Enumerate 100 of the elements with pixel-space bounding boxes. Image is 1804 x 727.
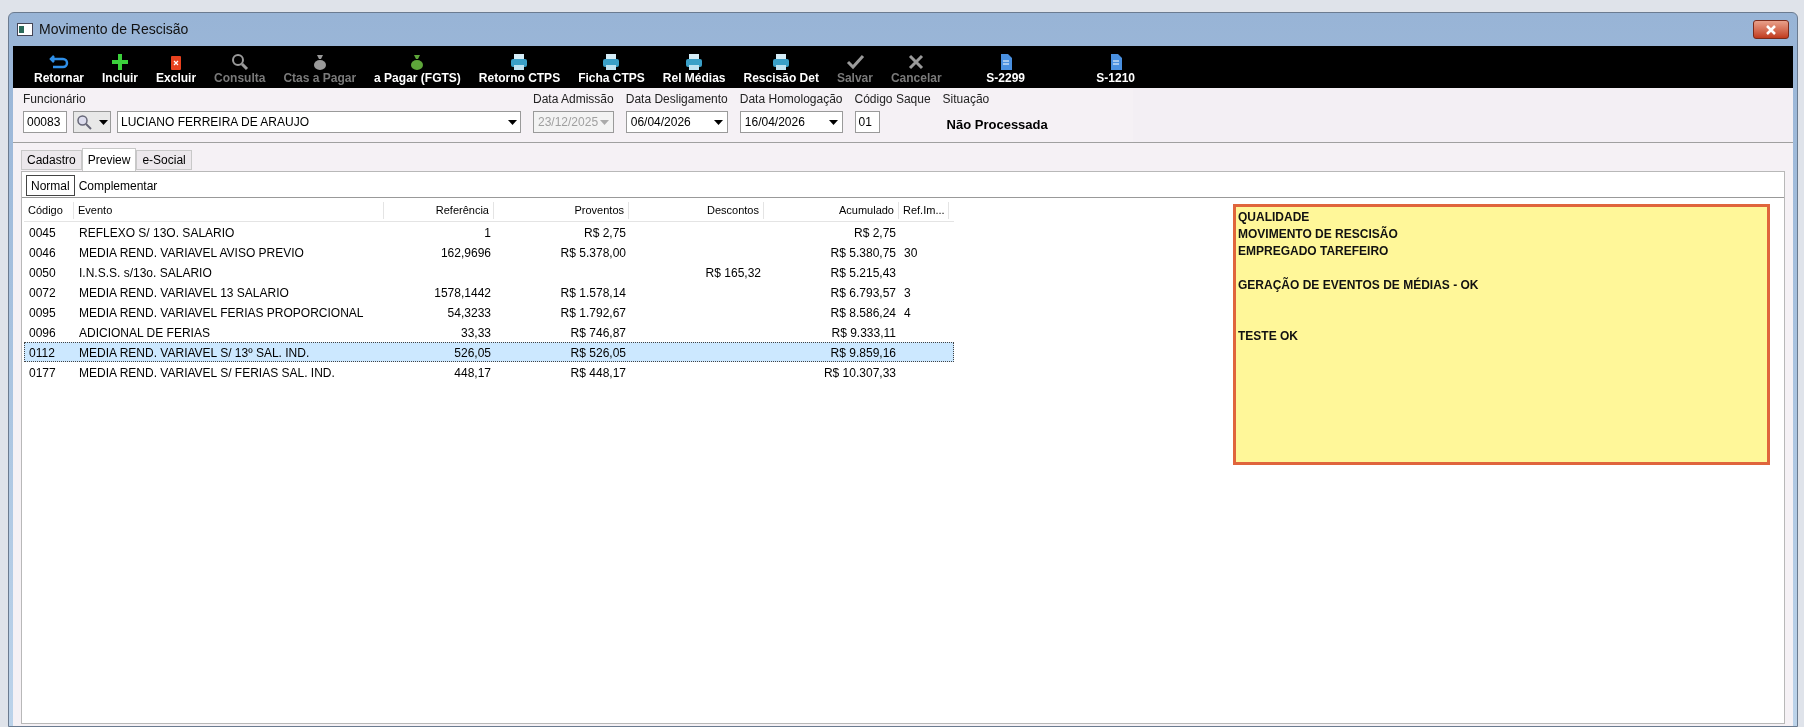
toolbar-button[interactable]: Retorno CTPS — [469, 53, 570, 85]
note-line: TESTE OK — [1238, 328, 1299, 345]
note-line: EMPREGADO TAREFEIRO — [1238, 243, 1390, 260]
tab[interactable]: Preview — [81, 148, 137, 171]
table-cell: MEDIA REND. VARIAVEL FERIAS PROPORCIONAL — [79, 306, 364, 320]
column-header[interactable]: Referência — [384, 202, 494, 219]
table-cell: I.N.S.S. s/13o. SALARIO — [79, 266, 212, 280]
date-field[interactable]: 06/04/2026 — [625, 111, 728, 133]
note-line: GERAÇÃO DE EVENTOS DE MÉDIAS - OK — [1238, 277, 1480, 294]
table-cell: R$ 1.578,14 — [560, 286, 626, 300]
check-icon — [844, 53, 865, 71]
table-cell: ADICIONAL DE FERIAS — [79, 326, 210, 340]
window-title: Movimento de Rescisão — [39, 20, 189, 39]
table-cell: R$ 6.793,57 — [830, 286, 896, 300]
column-header[interactable]: Código — [24, 202, 74, 219]
toolbar-button[interactable]: S-1210 — [1060, 53, 1171, 85]
toolbar-button[interactable]: S-2299 — [950, 53, 1061, 85]
table-cell: 0050 — [29, 266, 56, 280]
table-cell: R$ 746,87 — [570, 326, 626, 340]
table-row[interactable]: 0050 I.N.S.S. s/13o. SALARIO R$ 165,32 R$ 5.215,43 — [24, 262, 954, 282]
table-cell: 30 — [904, 246, 918, 260]
toolbar-button[interactable]: Rel Médias — [653, 53, 735, 85]
table-row[interactable]: 0112 MEDIA REND. VARIAVEL S/ 13º SAL. IND. 526,05 R$ 526,05 R$ 9.859,16 — [24, 342, 954, 362]
table-cell: 1 — [484, 226, 491, 240]
field-label: Funcionário — [23, 91, 87, 107]
table-cell: R$ 8.586,24 — [830, 306, 896, 320]
table-cell: 4 — [904, 306, 911, 320]
table-cell: 0112 — [29, 346, 55, 360]
search-button[interactable] — [73, 111, 111, 133]
table-cell: 0072 — [29, 286, 56, 300]
tab[interactable]: e-Social — [136, 150, 192, 170]
dropdown-arrow-icon — [508, 119, 517, 125]
note-line: QUALIDADE — [1238, 209, 1311, 226]
table-cell: 0095 — [29, 306, 56, 320]
column-header[interactable]: Evento — [74, 202, 384, 219]
dropdown-arrow-icon — [713, 119, 723, 125]
table-row[interactable]: 0095 MEDIA REND. VARIAVEL FERIAS PROPORCIONAL 54,3233 R$ 1.792,67 R$ 8.586,24 4 — [24, 302, 954, 322]
table-cell: 3 — [904, 286, 911, 300]
toolbar-button[interactable]: Retornar — [25, 53, 93, 85]
table-row[interactable]: 0045 REFLEXO S/ 13O. SALARIO 1 R$ 2,75 R$ 2,75 — [24, 222, 954, 242]
field-label: Data Homologação — [739, 91, 843, 107]
close-button[interactable] — [1753, 20, 1789, 39]
tab[interactable]: Normal — [26, 175, 75, 196]
table-cell: MEDIA REND. VARIAVEL AVISO PREVIO — [79, 246, 304, 260]
field-label: Data Desligamento — [625, 91, 728, 107]
column-header[interactable]: Ref.Im... — [899, 202, 949, 219]
tab[interactable]: Complementar — [74, 175, 162, 196]
table-cell: 0096 — [29, 326, 56, 340]
table-row[interactable]: 0072 MEDIA REND. VARIAVEL 13 SALARIO 1578,1442 R$ 1.578,14 R$ 6.793,57 3 — [24, 282, 954, 302]
field-label: Código Saque — [854, 91, 931, 107]
table-cell: 162,9696 — [440, 246, 491, 260]
printer-icon — [509, 53, 530, 71]
toolbar-button[interactable]: Incluir — [93, 53, 148, 85]
dropdown-arrow-icon — [828, 119, 838, 125]
note-line: MOVIMENTO DE RESCISÃO — [1238, 226, 1399, 243]
printer-icon — [601, 53, 622, 71]
table-cell: R$ 526,05 — [570, 346, 626, 360]
table-cell: R$ 2,75 — [583, 226, 626, 240]
table-row[interactable]: 0046 MEDIA REND. VARIAVEL AVISO PREVIO 162,9696 R$ 5.378,00 R$ 5.380,75 30 — [24, 242, 954, 262]
table-cell: R$ 9.859,16 — [830, 346, 896, 360]
column-header[interactable]: Acumulado — [764, 202, 899, 219]
search-icon — [76, 114, 92, 130]
dropdown-arrow-icon — [599, 119, 609, 125]
table-cell: R$ 5.380,75 — [830, 246, 896, 260]
table-cell: 33,33 — [460, 326, 491, 340]
table-cell: 448,17 — [454, 366, 491, 380]
employee-name-dropdown[interactable]: LUCIANO FERREIRA DE ARAUJO — [117, 111, 521, 133]
table-cell: R$ 10.307,33 — [823, 366, 896, 380]
printer-icon — [684, 53, 705, 71]
table-cell: R$ 9.333,11 — [831, 326, 896, 340]
table-cell: 54,3233 — [447, 306, 491, 320]
table-row[interactable]: 0096 ADICIONAL DE FERIAS 33,33 R$ 746,87 R$ 9.333,11 — [24, 322, 954, 342]
search-icon — [229, 53, 250, 71]
input-field[interactable]: 01 — [854, 111, 880, 133]
toolbar-button[interactable]: Excluir — [147, 53, 206, 85]
toolbar-button[interactable]: Rescisão Det — [734, 53, 828, 85]
close-icon — [1765, 24, 1777, 35]
table-cell: 0045 — [29, 226, 56, 240]
table-cell: 0046 — [29, 246, 56, 260]
table-cell: R$ 1.792,67 — [560, 306, 626, 320]
table-cell: R$ 448,17 — [570, 366, 626, 380]
employee-code-field[interactable]: 00083 — [23, 111, 67, 133]
column-header[interactable]: Descontos — [629, 202, 764, 219]
table-cell: 526,05 — [454, 346, 491, 360]
table-cell: MEDIA REND. VARIAVEL 13 SALARIO — [79, 286, 289, 300]
table-cell: MEDIA REND. VARIAVEL S/ 13º SAL. IND. — [79, 346, 310, 360]
table-cell: R$ 2,75 — [853, 226, 896, 240]
return-arrow-icon — [49, 53, 69, 71]
toolbar-button[interactable]: Ficha CTPS — [569, 53, 654, 85]
field-label: Situação — [942, 91, 991, 107]
table-cell: R$ 5.215,43 — [830, 266, 896, 280]
status-text: Não Processada — [946, 116, 1048, 134]
dropdown-arrow-icon — [99, 119, 108, 125]
table-cell: 0177 — [29, 366, 56, 380]
date-field[interactable]: 16/04/2026 — [739, 111, 843, 133]
toolbar-button[interactable]: a Pagar (FGTS) — [365, 53, 470, 85]
tab[interactable]: Cadastro — [21, 150, 82, 170]
table-row[interactable]: 0177 MEDIA REND. VARIAVEL S/ FERIAS SAL. IND. 448,17 R$ 448,17 R$ 10.307,33 — [24, 362, 954, 382]
table-cell: REFLEXO S/ 13O. SALARIO — [79, 226, 235, 240]
column-header[interactable]: Proventos — [494, 202, 629, 219]
